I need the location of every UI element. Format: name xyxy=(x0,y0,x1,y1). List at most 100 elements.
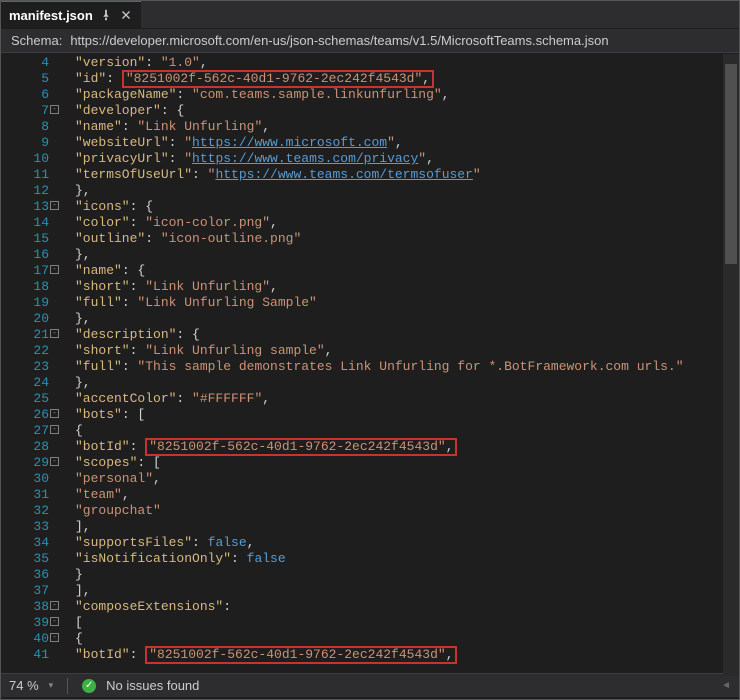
line-number: 5 xyxy=(1,71,49,87)
line-number: 19 xyxy=(1,295,49,311)
scrollbar-thumb[interactable] xyxy=(725,64,737,264)
line-number: 21- xyxy=(1,327,49,343)
code-line: "version": "1.0", xyxy=(75,55,739,71)
schema-url[interactable]: https://developer.microsoft.com/en-us/js… xyxy=(70,33,608,48)
line-number: 28 xyxy=(1,439,49,455)
code-line: "supportsFiles": false, xyxy=(75,535,739,551)
code-line: "developer": { xyxy=(75,103,739,119)
line-number: 6 xyxy=(1,87,49,103)
line-number: 7- xyxy=(1,103,49,119)
zoom-level[interactable]: 74 % xyxy=(9,678,39,693)
code-line: "bots": [ xyxy=(75,407,739,423)
code-line: "privacyUrl": "https://www.teams.com/pri… xyxy=(75,151,739,167)
fold-marker-icon[interactable]: - xyxy=(50,601,59,610)
code-line: "id": "8251002f-562c-40d1-9762-2ec242f45… xyxy=(75,71,739,87)
code-line: "accentColor": "#FFFFFF", xyxy=(75,391,739,407)
code-line: ], xyxy=(75,583,739,599)
vertical-scrollbar[interactable] xyxy=(723,54,739,676)
line-number: 8 xyxy=(1,119,49,135)
schema-label: Schema: xyxy=(11,33,62,48)
line-number: 32 xyxy=(1,503,49,519)
close-icon[interactable] xyxy=(119,8,133,22)
code-line: "isNotificationOnly": false xyxy=(75,551,739,567)
editor: 4567-8910111213-14151617-18192021-222324… xyxy=(1,53,739,673)
code-line: "full": "This sample demonstrates Link U… xyxy=(75,359,739,375)
line-number-gutter: 4567-8910111213-14151617-18192021-222324… xyxy=(1,53,57,673)
line-number: 16 xyxy=(1,247,49,263)
line-number: 12 xyxy=(1,183,49,199)
code-line: "icons": { xyxy=(75,199,739,215)
code-line: "websiteUrl": "https://www.microsoft.com… xyxy=(75,135,739,151)
code-line: ], xyxy=(75,519,739,535)
code-line: "outline": "icon-outline.png" xyxy=(75,231,739,247)
zoom-dropdown-icon[interactable]: ▾ xyxy=(49,680,54,691)
fold-marker-icon[interactable]: - xyxy=(50,105,59,114)
line-number: 23 xyxy=(1,359,49,375)
line-number: 36 xyxy=(1,567,49,583)
code-line: "full": "Link Unfurling Sample" xyxy=(75,295,739,311)
line-number: 40- xyxy=(1,631,49,647)
line-number: 35 xyxy=(1,551,49,567)
code-line: }, xyxy=(75,375,739,391)
line-number: 17- xyxy=(1,263,49,279)
fold-marker-icon[interactable]: - xyxy=(50,617,59,626)
line-number: 22 xyxy=(1,343,49,359)
code-area[interactable]: "version": "1.0", "id": "8251002f-562c-4… xyxy=(57,53,739,673)
code-line: }, xyxy=(75,311,739,327)
status-bar: 74 % ▾ ✓ No issues found ◄ xyxy=(1,673,739,697)
line-number: 15 xyxy=(1,231,49,247)
code-line: "short": "Link Unfurling sample", xyxy=(75,343,739,359)
line-number: 10 xyxy=(1,151,49,167)
pin-icon[interactable] xyxy=(99,8,113,22)
line-number: 39- xyxy=(1,615,49,631)
code-line: "termsOfUseUrl": "https://www.teams.com/… xyxy=(75,167,739,183)
line-number: 29- xyxy=(1,455,49,471)
code-line: } xyxy=(75,567,739,583)
code-line: "description": { xyxy=(75,327,739,343)
line-number: 24 xyxy=(1,375,49,391)
schema-bar: Schema: https://developer.microsoft.com/… xyxy=(1,29,739,53)
fold-marker-icon[interactable]: - xyxy=(50,409,59,418)
code-line: "name": { xyxy=(75,263,739,279)
line-number: 31 xyxy=(1,487,49,503)
fold-marker-icon[interactable]: - xyxy=(50,633,59,642)
line-number: 26- xyxy=(1,407,49,423)
code-line: "scopes": [ xyxy=(75,455,739,471)
line-number: 11 xyxy=(1,167,49,183)
line-number: 38- xyxy=(1,599,49,615)
fold-marker-icon[interactable]: - xyxy=(50,425,59,434)
code-line: "team", xyxy=(75,487,739,503)
check-circle-icon: ✓ xyxy=(82,679,96,693)
issues-status: No issues found xyxy=(106,678,199,693)
line-number: 4 xyxy=(1,55,49,71)
fold-marker-icon[interactable]: - xyxy=(50,265,59,274)
code-line: "botId": "8251002f-562c-40d1-9762-2ec242… xyxy=(75,647,739,663)
line-number: 14 xyxy=(1,215,49,231)
line-number: 20 xyxy=(1,311,49,327)
code-line: { xyxy=(75,423,739,439)
code-line: { xyxy=(75,631,739,647)
code-line: "name": "Link Unfurling", xyxy=(75,119,739,135)
code-line: "botId": "8251002f-562c-40d1-9762-2ec242… xyxy=(75,439,739,455)
line-number: 9 xyxy=(1,135,49,151)
fold-marker-icon[interactable]: - xyxy=(50,457,59,466)
line-number: 34 xyxy=(1,535,49,551)
line-number: 25 xyxy=(1,391,49,407)
line-number: 41 xyxy=(1,647,49,663)
tab-bar: manifest.json xyxy=(1,1,739,29)
line-number: 27- xyxy=(1,423,49,439)
code-line: "short": "Link Unfurling", xyxy=(75,279,739,295)
editor-tab[interactable]: manifest.json xyxy=(1,1,141,28)
line-number: 37 xyxy=(1,583,49,599)
code-line: "personal", xyxy=(75,471,739,487)
code-line: "packageName": "com.teams.sample.linkunf… xyxy=(75,87,739,103)
fold-marker-icon[interactable]: - xyxy=(50,201,59,210)
fold-marker-icon[interactable]: - xyxy=(50,329,59,338)
line-number: 18 xyxy=(1,279,49,295)
line-number: 33 xyxy=(1,519,49,535)
divider xyxy=(67,678,68,694)
code-line: }, xyxy=(75,183,739,199)
code-line: "composeExtensions": xyxy=(75,599,739,615)
code-line: [ xyxy=(75,615,739,631)
left-arrow-icon[interactable]: ◄ xyxy=(721,680,731,691)
